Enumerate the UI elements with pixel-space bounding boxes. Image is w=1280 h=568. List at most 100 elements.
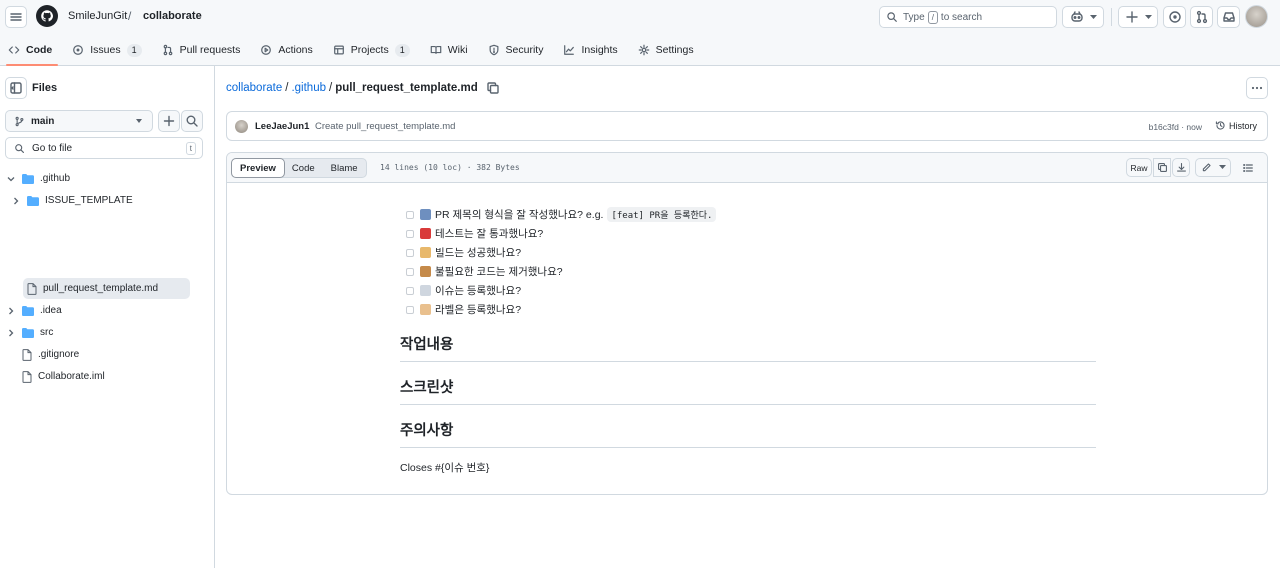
task-list-item: PR 제목의 형식을 잘 작성했나요? e.g. [feat] PR을 등록한다…	[400, 205, 1096, 224]
path-folder-link[interactable]: .github	[291, 82, 326, 94]
task-list-item: 불필요한 코드는 제거했나요?	[400, 262, 1096, 281]
git-pull-request-icon	[163, 44, 172, 56]
tab-settings[interactable]: Settings	[630, 38, 702, 62]
hamburger-icon	[10, 13, 22, 21]
commit-sha-time[interactable]: b16c3fd · now	[1149, 122, 1202, 132]
tab-code[interactable]: Code	[0, 38, 60, 66]
user-avatar[interactable]	[1245, 5, 1268, 28]
tree-item-collaborate-iml[interactable]: Collaborate.iml	[22, 366, 105, 387]
task-checkbox[interactable]	[406, 229, 414, 238]
tab-security[interactable]: Security	[480, 38, 552, 62]
search-icon	[186, 115, 198, 127]
file-info: 14 lines (10 loc) · 382 Bytes	[380, 163, 520, 172]
copilot-button[interactable]	[1062, 6, 1104, 28]
collapse-sidebar-button[interactable]	[5, 77, 27, 99]
graph-icon	[564, 45, 575, 55]
inbox-button[interactable]	[1217, 6, 1240, 28]
chevron-down-icon	[7, 176, 15, 181]
git-pull-request-icon	[1196, 10, 1207, 24]
hundred-icon	[420, 228, 431, 239]
tree-item-label: .idea	[40, 305, 62, 316]
tab-label: Insights	[581, 44, 618, 56]
issue-opened-icon	[1168, 11, 1181, 23]
tree-item-idea-folder[interactable]: .idea	[6, 300, 62, 321]
building-icon	[420, 247, 431, 258]
tab-label: Actions	[278, 44, 313, 56]
tree-item-github-folder[interactable]: .github	[6, 168, 70, 189]
chevron-right-icon	[14, 197, 19, 204]
tab-projects[interactable]: Projects 1	[325, 38, 418, 62]
issues-count-badge: 1	[126, 43, 142, 57]
inline-code: [feat] PR을 등록한다.	[607, 207, 717, 222]
tree-item-gitignore[interactable]: .gitignore	[22, 344, 79, 365]
task-checkbox[interactable]	[406, 210, 414, 219]
go-to-file-input[interactable]: Go to file t	[5, 137, 203, 159]
heading-notes: 주의사항	[400, 419, 1096, 448]
sidebar-collapse-icon	[10, 82, 22, 94]
file-viewer: Preview Code Blame 14 lines (10 loc) · 3…	[226, 152, 1268, 495]
repo-link[interactable]: collaborate	[143, 10, 202, 22]
preview-tab[interactable]: Preview	[231, 158, 285, 178]
code-tab[interactable]: Code	[284, 159, 323, 177]
commit-message[interactable]: Create pull_request_template.md	[315, 121, 455, 132]
tab-insights[interactable]: Insights	[555, 38, 625, 62]
tab-actions[interactable]: Actions	[252, 38, 320, 62]
breadcrumb-separator: /	[128, 9, 132, 23]
task-checkbox[interactable]	[406, 267, 414, 276]
github-logo-icon[interactable]	[36, 5, 58, 27]
tree-item-issue-template-folder[interactable]: ISSUE_TEMPLATE	[11, 190, 133, 211]
copilot-icon	[1070, 11, 1083, 22]
search-files-button[interactable]	[181, 110, 203, 132]
repo-nav-tabs: Code Issues 1 Pull requests Actions Proj…	[0, 38, 706, 66]
add-file-button[interactable]	[158, 110, 180, 132]
tree-item-label: .gitignore	[38, 349, 80, 360]
tree-item-label: ISSUE_TEMPLATE	[45, 195, 133, 206]
task-checkbox[interactable]	[406, 305, 414, 314]
search-input[interactable]: Type / to search	[879, 6, 1057, 28]
download-button[interactable]	[1172, 158, 1190, 177]
octocat-icon	[41, 10, 53, 22]
file-tree-sidebar: Files main Go to file t .github ISSUE_TE…	[0, 66, 215, 568]
file-icon	[22, 348, 32, 361]
owner-link[interactable]: SmileJunGit	[68, 10, 127, 22]
pull-requests-button[interactable]	[1190, 6, 1213, 28]
path-repo-link[interactable]: collaborate	[226, 82, 282, 94]
copy-raw-button[interactable]	[1153, 158, 1171, 177]
copy-icon[interactable]	[486, 81, 500, 95]
tree-item-src-folder[interactable]: src	[6, 322, 53, 343]
tab-label: Projects	[350, 44, 389, 56]
edit-file-button[interactable]	[1195, 158, 1231, 177]
outline-button[interactable]	[1238, 158, 1258, 177]
chevron-down-icon	[1218, 165, 1226, 169]
task-checkbox[interactable]	[406, 248, 414, 257]
file-icon	[22, 370, 32, 383]
kebab-horizontal-icon	[1251, 86, 1263, 90]
commit-author[interactable]: LeeJaeJun1	[255, 121, 309, 132]
tab-pull-requests[interactable]: Pull requests	[154, 38, 249, 62]
speech-icon	[420, 285, 431, 296]
tree-item-pull-request-template-label[interactable]: pull_request_template.md	[27, 278, 158, 299]
path-separator: /	[285, 82, 289, 94]
menu-button[interactable]	[5, 6, 27, 28]
chevron-right-icon	[9, 329, 14, 336]
task-text: 빌드는 성공했나요?	[435, 247, 522, 259]
task-checkbox[interactable]	[406, 286, 414, 295]
tab-issues[interactable]: Issues 1	[64, 38, 149, 62]
more-options-button[interactable]	[1246, 77, 1268, 99]
search-prefix: Type	[903, 11, 925, 23]
commit-author-avatar[interactable]	[235, 120, 248, 133]
create-new-button[interactable]	[1118, 6, 1158, 28]
raw-button[interactable]: Raw	[1126, 158, 1152, 177]
copy-icon	[1157, 163, 1167, 172]
branch-name: main	[31, 115, 55, 127]
broom-icon	[420, 266, 431, 277]
folder-open-icon	[22, 173, 34, 184]
history-button[interactable]: History	[1215, 120, 1257, 131]
go-to-file-shortcut: t	[185, 142, 196, 155]
branch-selector[interactable]: main	[5, 110, 153, 132]
blame-tab[interactable]: Blame	[323, 159, 366, 177]
issues-button[interactable]	[1163, 6, 1186, 28]
tab-wiki[interactable]: Wiki	[422, 38, 476, 62]
header-divider	[1111, 8, 1112, 26]
folder-icon	[22, 327, 34, 338]
